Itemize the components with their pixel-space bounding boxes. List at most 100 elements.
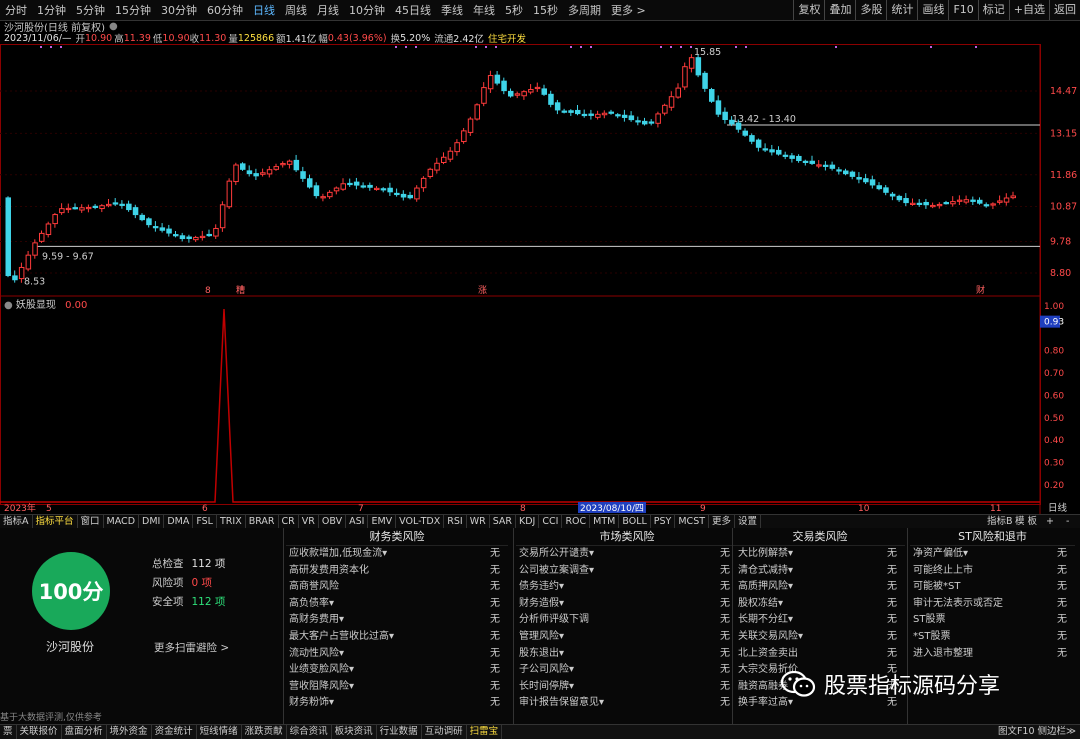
more-scan-link[interactable]: 更多扫雷避险 > (154, 640, 229, 655)
bottom-tab[interactable]: 关联报价 (17, 725, 62, 739)
timeframe-tab[interactable]: 60分钟 (202, 2, 248, 18)
bottom-tab[interactable]: 票 (0, 725, 17, 739)
indicator-tab[interactable]: MTM (590, 515, 620, 528)
timeframe-tab[interactable]: 5秒 (500, 2, 528, 18)
indicator-tab[interactable]: 窗口 (78, 515, 104, 528)
sector-label[interactable]: 住宅开发 (488, 32, 526, 44)
risk-item[interactable]: 公司被立案调查▾ 无 (516, 563, 738, 580)
indicator-tab[interactable]: MACD (104, 515, 140, 528)
bottom-tab[interactable]: 板块资讯 (332, 725, 377, 739)
bottom-tab[interactable]: 扫雷宝 (467, 725, 503, 739)
indicator-tab[interactable]: WR (467, 515, 490, 528)
timeframe-tab[interactable]: 5分钟 (71, 2, 110, 18)
tool-button[interactable]: 画线 (917, 0, 948, 20)
tool-button[interactable]: +自选 (1008, 0, 1049, 20)
risk-item[interactable]: 债务违约▾ 无 (516, 579, 738, 596)
bottom-tab[interactable]: 涨跌贡献 (242, 725, 287, 739)
risk-item[interactable]: 分析师评级下调 无 (516, 612, 738, 629)
risk-item[interactable]: 流动性风险▾ 无 (286, 646, 508, 663)
timeframe-tab[interactable]: 10分钟 (344, 2, 390, 18)
timeframe-tab[interactable]: 周线 (280, 2, 312, 18)
risk-item[interactable]: 可能被*ST 无 (910, 579, 1075, 596)
bottom-tab[interactable]: 互动调研 (422, 725, 467, 739)
risk-item[interactable]: ST股票 无 (910, 612, 1075, 629)
indicator-tab[interactable]: PSY (651, 515, 676, 528)
tool-button[interactable]: 返回 (1049, 0, 1080, 20)
bottom-tab[interactable]: 行业数据 (377, 725, 422, 739)
risk-item[interactable]: 高负债率▾ 无 (286, 596, 508, 613)
indicator-tab[interactable]: SAR (490, 515, 517, 528)
stock-title[interactable]: 沙河股份(日线 前复权) (4, 20, 105, 33)
tool-button[interactable]: 叠加 (824, 0, 855, 20)
tool-button[interactable]: 多股 (855, 0, 886, 20)
risk-item[interactable]: 可能终止上市 无 (910, 563, 1075, 580)
risk-item[interactable]: 应收款增加,低现金流▾ 无 (286, 546, 508, 563)
sub-indicator-name[interactable]: 妖股显现 (16, 300, 56, 311)
indicator-tab[interactable]: CR (279, 515, 299, 528)
risk-item[interactable]: 财务造假▾ 无 (516, 596, 738, 613)
indicator-tab[interactable]: OBV (319, 515, 347, 528)
risk-item[interactable]: 长期不分红▾ 无 (735, 612, 905, 629)
indicator-right-tab[interactable]: 模 板 (1015, 515, 1037, 528)
bottom-tab[interactable]: 综合资讯 (287, 725, 332, 739)
indicator-tab[interactable]: ASI (346, 515, 369, 528)
risk-item[interactable]: 最大客户占营收比过高▾ 无 (286, 629, 508, 646)
eye-icon[interactable]: ● (4, 300, 13, 311)
timeframe-tab[interactable]: 1分钟 (32, 2, 71, 18)
risk-item[interactable]: 高商誉风险 无 (286, 579, 508, 596)
risk-item[interactable]: 管理风险▾ 无 (516, 629, 738, 646)
tool-button[interactable]: 标记 (977, 0, 1009, 20)
indicator-tab[interactable]: 指标平台 (33, 515, 78, 528)
risk-item[interactable]: 高研发费用资本化 无 (286, 563, 508, 580)
bottom-tab[interactable]: 资金统计 (152, 725, 197, 739)
timeframe-tab[interactable]: 15分钟 (110, 2, 156, 18)
indicator-tab[interactable]: MCST (675, 515, 710, 528)
indicator-right-tab[interactable]: - (1066, 515, 1069, 528)
tool-button[interactable]: 统计 (886, 0, 917, 20)
indicator-tab[interactable]: 设置 (735, 515, 762, 528)
tool-button[interactable]: 复权 (793, 0, 824, 20)
risk-item[interactable]: 审计无法表示或否定 无 (910, 596, 1075, 613)
timeframe-tab[interactable]: 45日线 (390, 2, 436, 18)
indicator-tab[interactable]: VOL-TDX (396, 515, 445, 528)
risk-item[interactable]: 净资产偏低▾ 无 (910, 546, 1075, 563)
indicator-tab[interactable]: BOLL (619, 515, 651, 528)
indicator-tab[interactable]: ROC (562, 515, 591, 528)
bottom-tab[interactable]: 盘面分析 (62, 725, 107, 739)
indicator-tab[interactable]: CCI (539, 515, 563, 528)
indicator-tab[interactable]: BRAR (246, 515, 279, 528)
risk-item[interactable]: 高财务费用▾ 无 (286, 612, 508, 629)
indicator-right-tab[interactable]: 指标B (987, 515, 1013, 528)
risk-item[interactable]: 业绩变脸风险▾ 无 (286, 662, 508, 679)
timeframe-tab[interactable]: 分时 (0, 2, 32, 18)
bottom-tab[interactable]: 境外资金 (107, 725, 152, 739)
risk-item[interactable]: 审计报告保留意见▾ 无 (516, 695, 738, 712)
indicator-right-tab[interactable]: + (1046, 515, 1054, 528)
timeframe-tab[interactable]: 年线 (468, 2, 500, 18)
timeframe-tab[interactable]: 月线 (312, 2, 344, 18)
indicator-tab[interactable]: 指标A (0, 515, 33, 528)
risk-item[interactable]: 北上资金卖出 无 (735, 646, 905, 663)
risk-item[interactable]: *ST股票 无 (910, 629, 1075, 646)
risk-item[interactable]: 进入退市整理 无 (910, 646, 1075, 663)
risk-item[interactable]: 高质押风险▾ 无 (735, 579, 905, 596)
eye-icon[interactable]: ● (109, 21, 118, 32)
timeframe-tab[interactable]: 30分钟 (156, 2, 202, 18)
risk-item[interactable]: 股权冻结▾ 无 (735, 596, 905, 613)
indicator-tab[interactable]: RSI (444, 515, 467, 528)
timeframe-tab[interactable]: 多周期 (563, 2, 606, 18)
risk-item[interactable]: 大比例解禁▾ 无 (735, 546, 905, 563)
indicator-tab[interactable]: VR (299, 515, 319, 528)
risk-item[interactable]: 股东退出▾ 无 (516, 646, 738, 663)
f10-sidebar-link[interactable]: 图文F10 侧边栏≫ (998, 725, 1076, 739)
indicator-tab[interactable]: DMI (139, 515, 165, 528)
tool-button[interactable]: F10 (948, 0, 977, 20)
indicator-tab[interactable]: DMA (164, 515, 194, 528)
indicator-tab[interactable]: TRIX (217, 515, 246, 528)
risk-item[interactable]: 长时间停牌▾ 无 (516, 679, 738, 696)
kline-chart[interactable]: 14.47 13.15 11.86 10.87 9.78 8.80 13.42 - 13.4… (0, 44, 1080, 514)
indicator-tab[interactable]: KDJ (516, 515, 540, 528)
timeframe-tab[interactable]: 更多 > (606, 2, 651, 18)
risk-item[interactable]: 财务粉饰▾ 无 (286, 695, 508, 712)
risk-item[interactable]: 交易所公开谴责▾ 无 (516, 546, 738, 563)
